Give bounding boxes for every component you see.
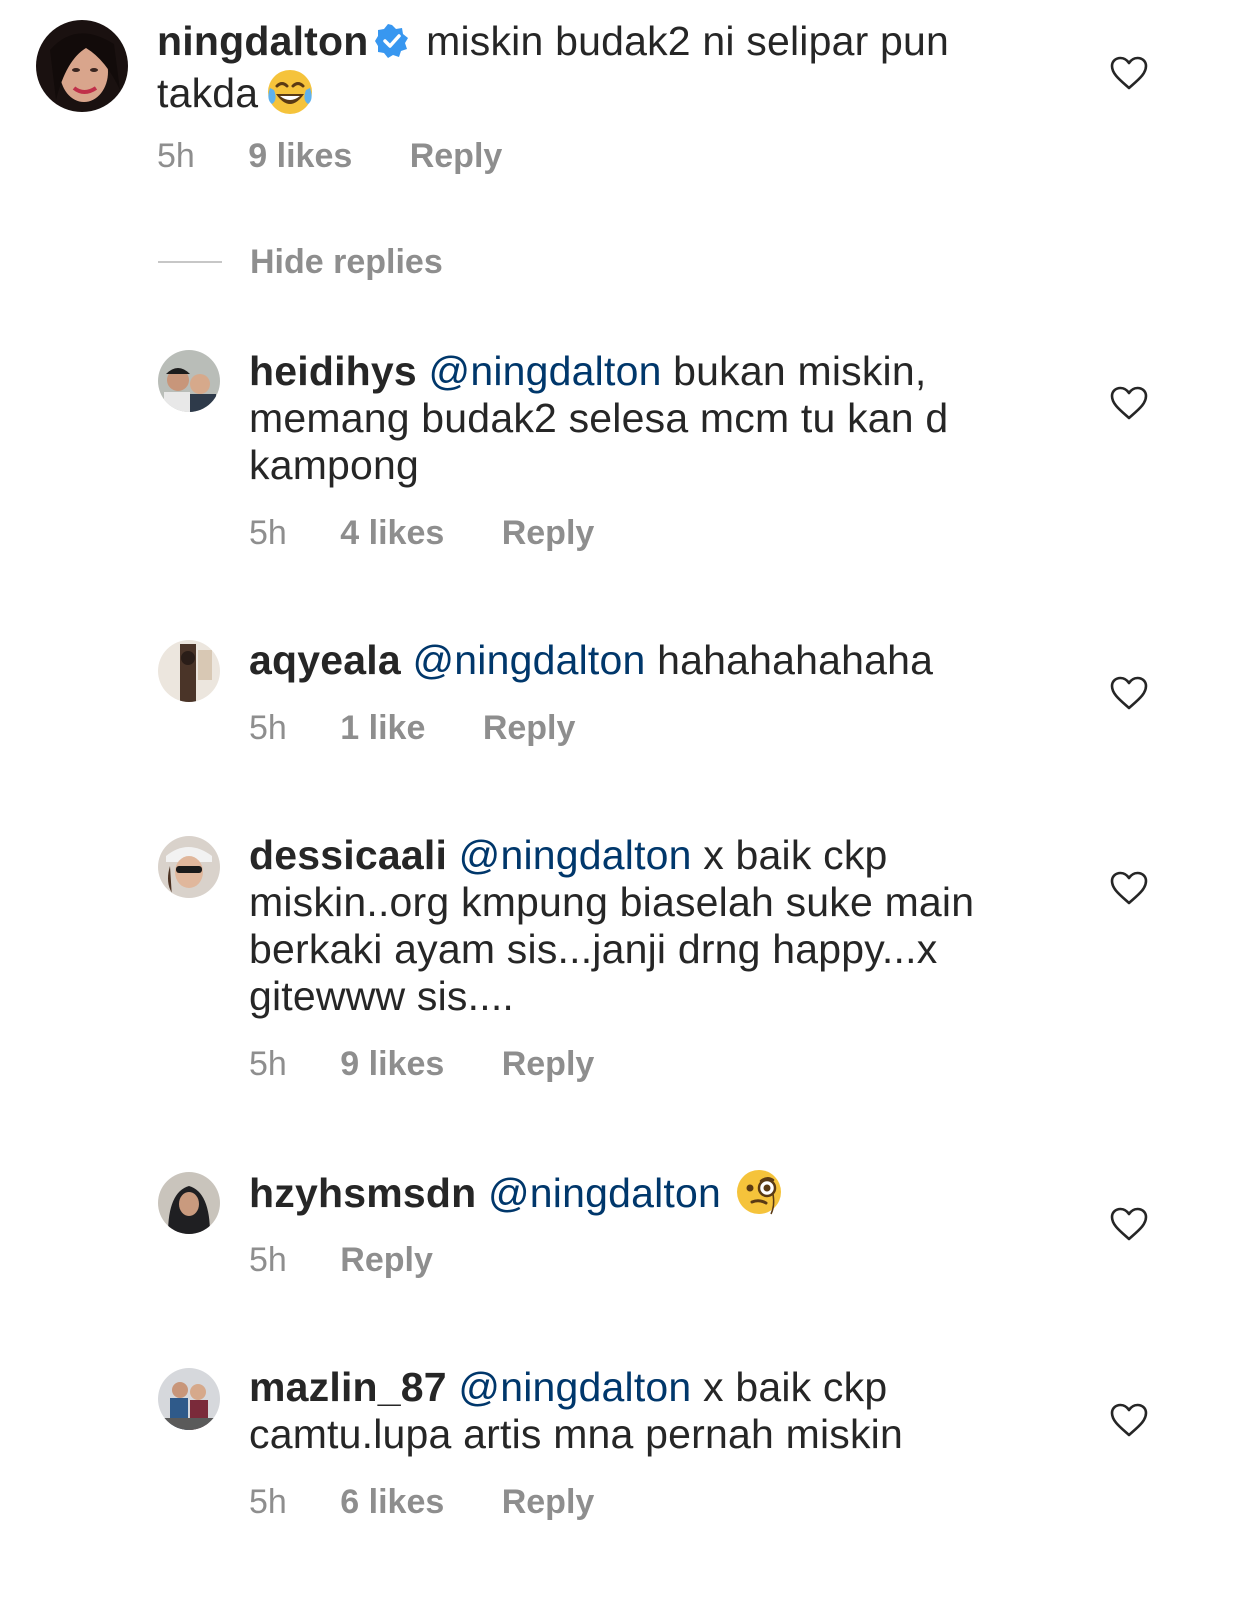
reply-body: mazlin_87 @ningdalton x baik ckp camtu.l… bbox=[249, 1364, 1009, 1458]
reply-meta: 5h 6 likes Reply bbox=[249, 1482, 594, 1522]
comment-username[interactable]: ningdalton bbox=[157, 18, 369, 64]
verified-badge-icon bbox=[374, 21, 409, 68]
reply-likes[interactable]: 9 likes bbox=[340, 1044, 444, 1084]
reply-time: 5h bbox=[249, 1045, 287, 1083]
comment-meta: 5h 9 likes Reply bbox=[157, 136, 502, 176]
hide-replies-button[interactable]: Hide replies bbox=[158, 240, 443, 284]
reply-time: 5h bbox=[249, 514, 287, 552]
like-heart-icon[interactable] bbox=[1110, 871, 1148, 905]
reply-body: heidihys @ningdalton bukan miskin, meman… bbox=[249, 348, 1009, 489]
face-with-tears-of-joy-icon bbox=[266, 68, 314, 126]
comment-time: 5h bbox=[157, 137, 195, 175]
comment-likes[interactable]: 9 likes bbox=[248, 136, 352, 176]
reply-time: 5h bbox=[249, 1241, 287, 1279]
reply-username[interactable]: aqyeala bbox=[249, 637, 401, 683]
hide-replies-label: Hide replies bbox=[250, 242, 443, 281]
mention-link[interactable]: @ningdalton bbox=[458, 1364, 691, 1410]
avatar-heidihys[interactable] bbox=[158, 350, 220, 412]
reply-button[interactable]: Reply bbox=[502, 1482, 595, 1522]
reply-username[interactable]: dessicaali bbox=[249, 832, 447, 878]
mention-link[interactable]: @ningdalton bbox=[488, 1170, 721, 1216]
reply-body: dessicaali @ningdalton x baik ckp miskin… bbox=[249, 832, 1009, 1020]
like-heart-icon[interactable] bbox=[1110, 1207, 1148, 1241]
reply-button[interactable]: Reply bbox=[502, 513, 595, 553]
reply-username[interactable]: heidihys bbox=[249, 348, 417, 394]
like-heart-icon[interactable] bbox=[1110, 676, 1148, 710]
reply-time: 5h bbox=[249, 1483, 287, 1521]
like-heart-icon[interactable] bbox=[1110, 386, 1148, 420]
reply-button[interactable]: Reply bbox=[340, 1240, 433, 1280]
mention-link[interactable]: @ningdalton bbox=[429, 348, 662, 394]
reply-body: hzyhsmsdn @ningdalton bbox=[249, 1168, 1009, 1226]
avatar-aqyeala[interactable] bbox=[158, 640, 220, 702]
face-with-monocle-icon bbox=[735, 1168, 783, 1226]
avatar-ningdalton[interactable] bbox=[36, 20, 128, 112]
reply-time: 5h bbox=[249, 709, 287, 747]
avatar-dessicaali[interactable] bbox=[158, 836, 220, 898]
like-heart-icon[interactable] bbox=[1110, 56, 1148, 90]
avatar-mazlin-87[interactable] bbox=[158, 1368, 220, 1430]
reply-body: aqyeala @ningdalton hahahahahaha bbox=[249, 637, 1009, 684]
divider-line bbox=[158, 261, 222, 263]
reply-likes[interactable]: 1 like bbox=[340, 708, 425, 748]
reply-text: hahahahahaha bbox=[657, 637, 934, 683]
reply-meta: 5h 9 likes Reply bbox=[249, 1044, 594, 1084]
reply-button[interactable]: Reply bbox=[502, 1044, 595, 1084]
comment-body: ningdalton miskin budak2 ni selipar pun … bbox=[157, 18, 1037, 126]
reply-likes[interactable]: 4 likes bbox=[340, 513, 444, 553]
reply-username[interactable]: mazlin_87 bbox=[249, 1364, 447, 1410]
reply-button[interactable]: Reply bbox=[410, 136, 503, 176]
like-heart-icon[interactable] bbox=[1110, 1403, 1148, 1437]
reply-username[interactable]: hzyhsmsdn bbox=[249, 1170, 476, 1216]
reply-meta: 5h 1 like Reply bbox=[249, 708, 575, 748]
reply-likes[interactable]: 6 likes bbox=[340, 1482, 444, 1522]
mention-link[interactable]: @ningdalton bbox=[459, 832, 692, 878]
reply-button[interactable]: Reply bbox=[483, 708, 576, 748]
reply-meta: 5h Reply bbox=[249, 1240, 433, 1280]
avatar-hzyhsmsdn[interactable] bbox=[158, 1172, 220, 1234]
mention-link[interactable]: @ningdalton bbox=[412, 637, 645, 683]
reply-meta: 5h 4 likes Reply bbox=[249, 513, 594, 553]
